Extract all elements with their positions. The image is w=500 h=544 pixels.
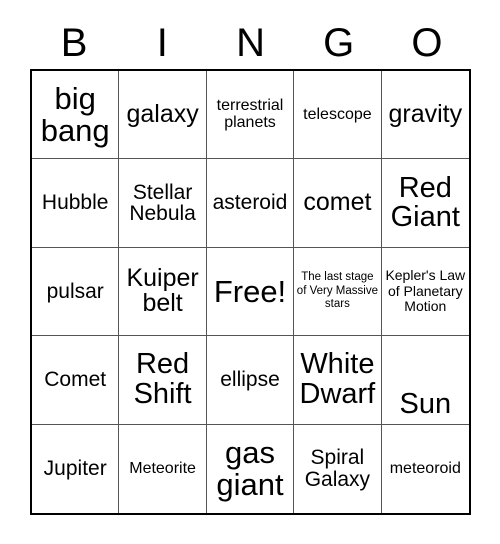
bingo-cell-label: Free! — [213, 273, 287, 309]
bingo-cell-label: terrestrial planets — [216, 97, 284, 131]
bingo-cell-label: telescope — [303, 105, 372, 123]
bingo-cell-o2[interactable]: Red Giant — [381, 159, 469, 248]
bingo-cell-g5[interactable]: Spiral Galaxy — [294, 424, 382, 513]
bingo-cell-g1[interactable]: telescope — [294, 71, 382, 160]
bingo-cell-label: Kepler's Law of Planetary Motion — [385, 266, 466, 315]
bingo-cell-n4[interactable]: ellipse — [206, 336, 295, 425]
header-letter-text: G — [323, 21, 355, 65]
bingo-cell-i4[interactable]: Red Shift — [119, 336, 207, 425]
bingo-header-letter-o: O — [383, 18, 471, 68]
bingo-cell-b3[interactable]: pulsar — [32, 247, 120, 337]
bingo-cell-label: Red Shift — [133, 348, 192, 410]
bingo-cell-o3[interactable]: Kepler's Law of Planetary Motion — [381, 247, 469, 337]
bingo-cell-b1[interactable]: big bang — [32, 71, 120, 160]
header-letter-text: N — [236, 21, 265, 65]
bingo-header-row: B I N G O — [30, 18, 471, 68]
bingo-cell-label: Spiral Galaxy — [304, 446, 371, 491]
bingo-header-letter-n: N — [206, 18, 294, 68]
bingo-cell-label: Red Giant — [390, 171, 460, 234]
bingo-grid: big bang galaxy terrestrial planets tele… — [30, 69, 471, 515]
header-letter-text: I — [156, 21, 168, 65]
bingo-cell-label: big bang — [40, 81, 110, 148]
bingo-cell-label: Meteorite — [129, 459, 196, 477]
bingo-cell-b4[interactable]: Comet — [32, 336, 120, 425]
bingo-cell-label: meteoroid — [389, 459, 461, 477]
bingo-cell-label: Jupiter — [43, 457, 107, 481]
bingo-cell-g3[interactable]: The last stage of Very Massive stars — [294, 247, 382, 337]
bingo-cell-label: asteroid — [212, 191, 288, 215]
bingo-cell-i5[interactable]: Meteorite — [119, 424, 207, 513]
bingo-cell-label: Kuiper belt — [126, 263, 199, 318]
bingo-cell-label: gravity — [388, 99, 463, 128]
bingo-cell-b5[interactable]: Jupiter — [32, 424, 120, 513]
bingo-cell-n2[interactable]: asteroid — [206, 159, 295, 248]
bingo-header-letter-i: I — [118, 18, 206, 68]
bingo-card: B I N G O big bang galaxy terrestrial pl… — [0, 0, 500, 544]
bingo-header-letter-g: G — [295, 18, 383, 68]
bingo-header-letter-b: B — [30, 18, 118, 68]
bingo-cell-label: Sun — [399, 388, 452, 421]
bingo-cell-label: Hubble — [41, 191, 109, 215]
bingo-cell-label: ellipse — [220, 368, 280, 392]
bingo-cell-o1[interactable]: gravity — [381, 71, 469, 160]
bingo-cell-i2[interactable]: Stellar Nebula — [119, 159, 207, 248]
header-letter-text: B — [60, 21, 88, 65]
bingo-cell-label: Comet — [44, 368, 107, 392]
bingo-cell-g4[interactable]: White Dwarf — [294, 336, 382, 425]
bingo-cell-i1[interactable]: galaxy — [119, 71, 207, 160]
bingo-cell-o4[interactable]: Sun — [381, 336, 469, 425]
bingo-cell-label: The last stage of Very Massive stars — [296, 271, 378, 311]
bingo-cell-label: comet — [303, 188, 372, 217]
bingo-cell-label: gas giant — [216, 435, 284, 502]
header-letter-text: O — [411, 21, 443, 65]
bingo-cell-n5[interactable]: gas giant — [206, 424, 295, 513]
bingo-cell-label: Stellar Nebula — [129, 180, 196, 226]
bingo-cell-i3[interactable]: Kuiper belt — [119, 247, 207, 337]
bingo-cell-label: galaxy — [126, 99, 199, 128]
bingo-cell-n1[interactable]: terrestrial planets — [206, 71, 295, 160]
bingo-cell-o5[interactable]: meteoroid — [381, 424, 469, 513]
bingo-cell-free-space[interactable]: Free! — [206, 247, 295, 337]
bingo-cell-g2[interactable]: comet — [294, 159, 382, 248]
bingo-cell-b2[interactable]: Hubble — [32, 159, 120, 248]
bingo-cell-label: pulsar — [46, 279, 104, 303]
bingo-cell-label: White Dwarf — [299, 348, 376, 410]
